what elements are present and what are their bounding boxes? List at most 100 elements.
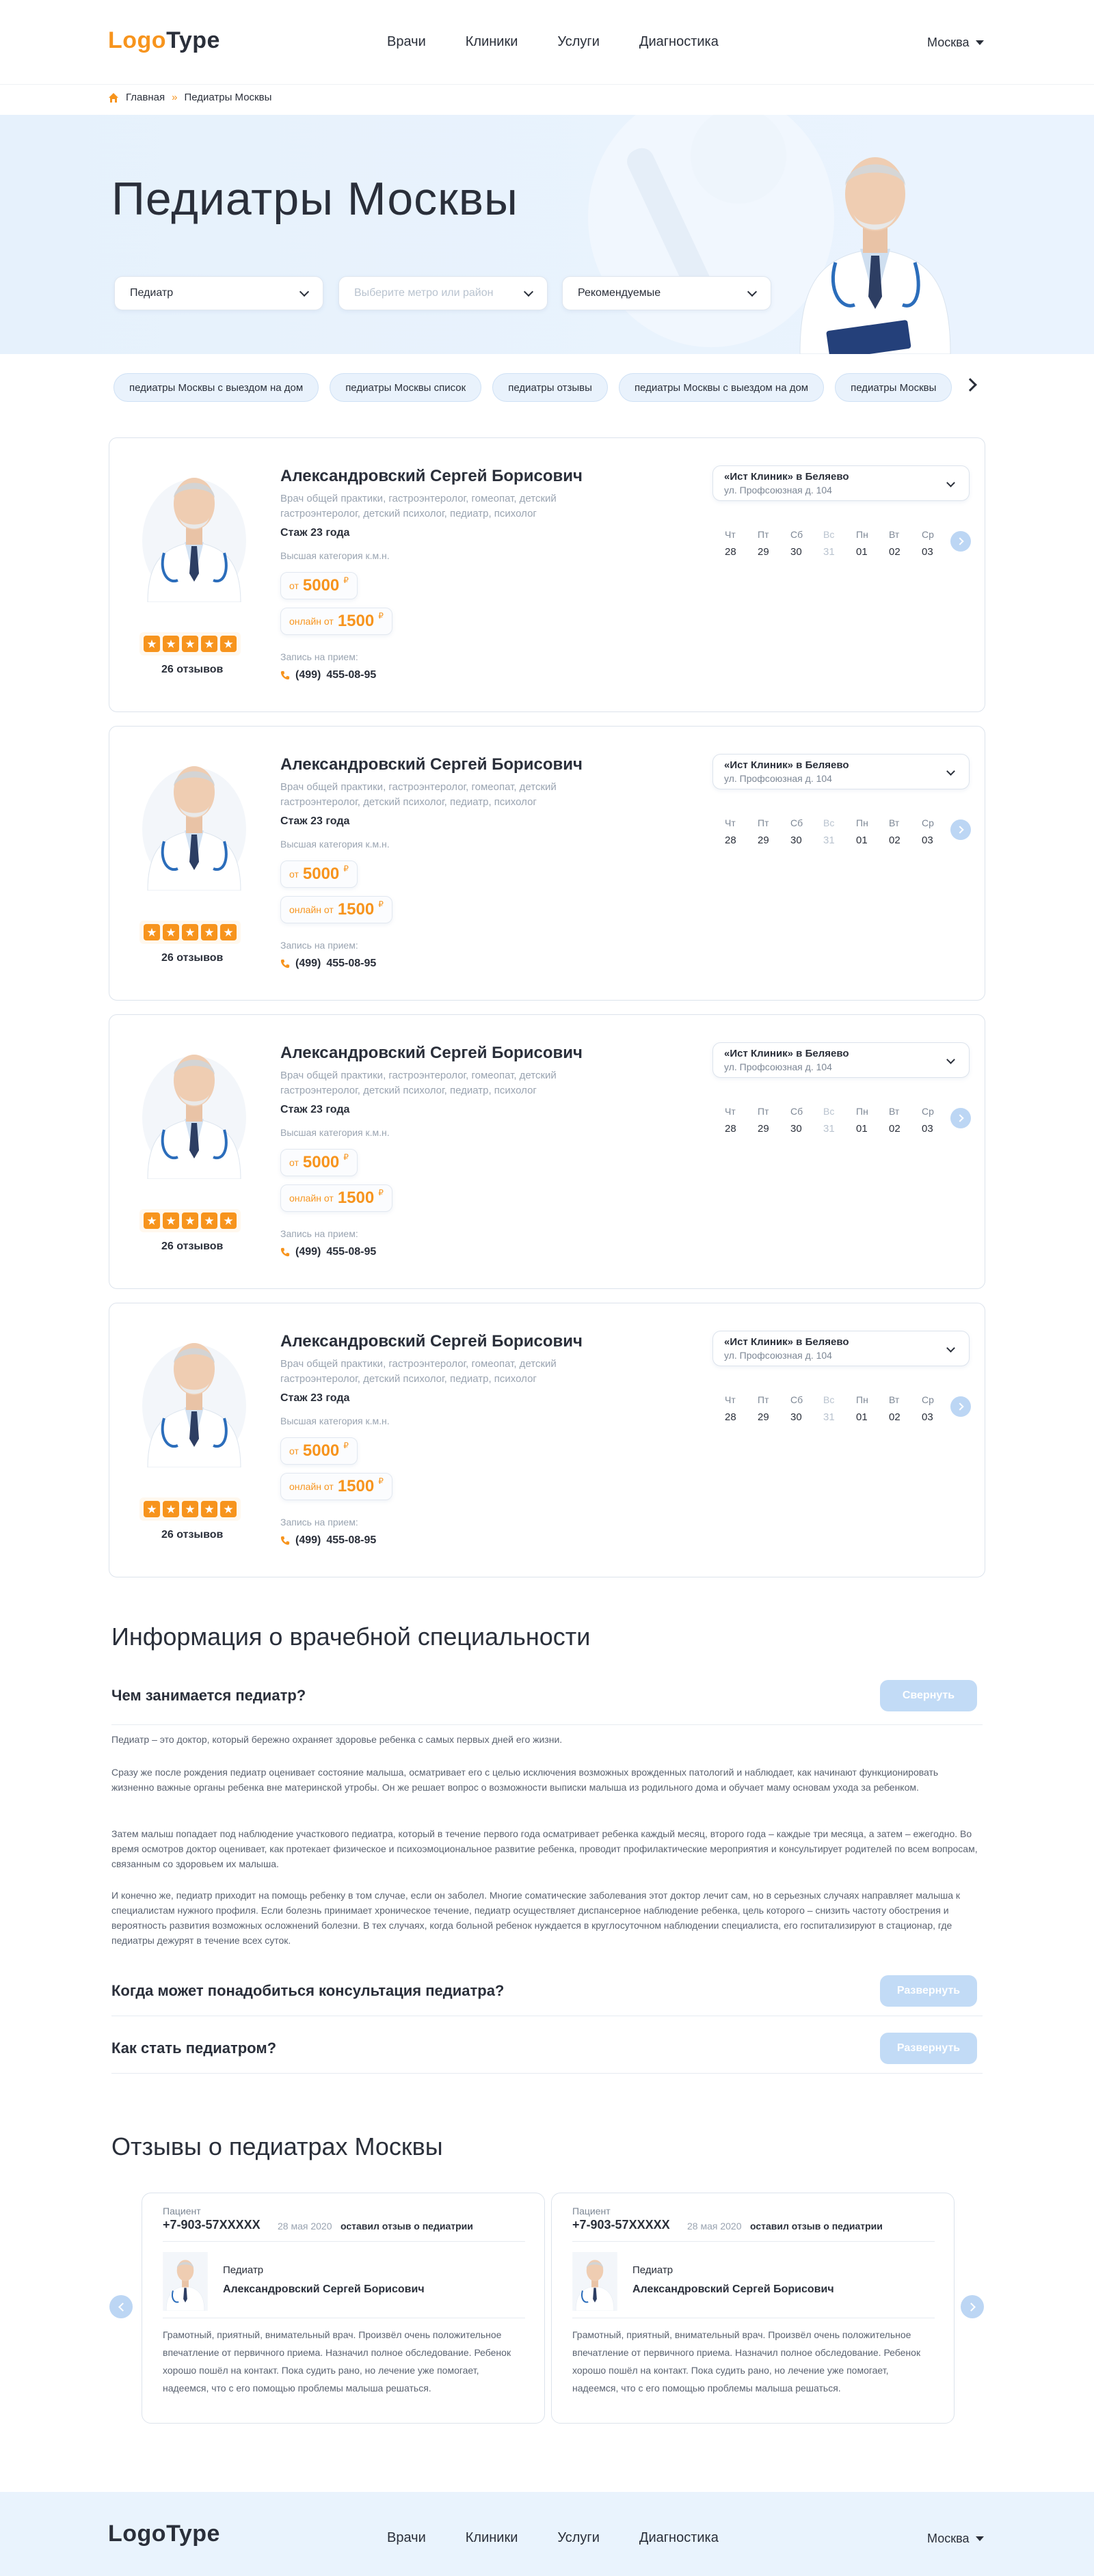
- faq-question[interactable]: Как стать педиатром?: [111, 2039, 276, 2057]
- review-author-label: Пациент: [572, 2206, 611, 2216]
- schedule-day[interactable]: Пн 01: [856, 1391, 889, 1426]
- schedule-next-button[interactable]: [950, 1396, 971, 1417]
- collapse-button[interactable]: Свернуть: [880, 1680, 977, 1711]
- nav-clinics[interactable]: Клиники: [466, 2530, 518, 2546]
- reviews-count-link[interactable]: 26 отзывов: [161, 952, 223, 964]
- schedule-date: 30: [790, 1411, 802, 1423]
- doctor-name[interactable]: Александровский Сергей Борисович: [280, 467, 583, 486]
- clinic-select[interactable]: «Ист Клиник» в Беляево ул. Профсоюзная д.…: [712, 1331, 970, 1366]
- schedule-day[interactable]: Чт 28: [725, 526, 758, 561]
- schedule-day[interactable]: Вт 02: [889, 814, 922, 850]
- chip[interactable]: педиатры Москвы с выездом на дом: [114, 373, 319, 402]
- nav-services[interactable]: Услуги: [557, 34, 600, 50]
- star-icon: ★: [163, 924, 179, 940]
- phone-link[interactable]: (499) 455-08-95: [280, 958, 376, 970]
- nav-doctors[interactable]: Врачи: [387, 34, 426, 50]
- schedule-day[interactable]: Ср 03: [922, 1102, 955, 1138]
- nav-diagnostics[interactable]: Диагностика: [639, 2530, 719, 2546]
- schedule-day[interactable]: Сб 30: [790, 1391, 823, 1426]
- schedule-day[interactable]: Ср 03: [922, 814, 955, 850]
- doctor-photo[interactable]: [139, 459, 249, 602]
- review-doctor-photo[interactable]: [572, 2252, 617, 2311]
- phone-link[interactable]: (499) 455-08-95: [280, 1246, 376, 1258]
- schedule-day[interactable]: Пт 29: [758, 1102, 790, 1138]
- schedule-day[interactable]: Ср 03: [922, 526, 955, 561]
- online-price-badge: онлайн от 1500 ₽: [280, 1184, 392, 1212]
- nav-clinics[interactable]: Клиники: [466, 34, 518, 50]
- review-doctor-name[interactable]: Александровский Сергей Борисович: [223, 2283, 425, 2296]
- price-prefix: от: [289, 1157, 299, 1168]
- schedule-day[interactable]: Пн 01: [856, 1102, 889, 1138]
- home-icon: [109, 92, 118, 103]
- doctor-name[interactable]: Александровский Сергей Борисович: [280, 1044, 583, 1063]
- phone-link[interactable]: (499) 455-08-95: [280, 1534, 376, 1547]
- chevron-down-icon: [523, 286, 534, 297]
- schedule-day[interactable]: Ср 03: [922, 1391, 955, 1426]
- chip[interactable]: педиатры Москвы список: [330, 373, 482, 402]
- footer-logo[interactable]: LogoType: [108, 2521, 220, 2547]
- schedule-day[interactable]: Вт 02: [889, 526, 922, 561]
- schedule-day[interactable]: Сб 30: [790, 526, 823, 561]
- schedule-day[interactable]: Пн 01: [856, 526, 889, 561]
- doctor-name[interactable]: Александровский Сергей Борисович: [280, 755, 583, 774]
- review-doctor-name[interactable]: Александровский Сергей Борисович: [632, 2283, 834, 2296]
- reviews-prev-button[interactable]: [109, 2295, 133, 2318]
- schedule-next-button[interactable]: [950, 819, 971, 840]
- schedule-day[interactable]: Чт 28: [725, 1102, 758, 1138]
- location-select[interactable]: Выберите метро или район: [338, 276, 548, 310]
- schedule-day[interactable]: Сб 30: [790, 1102, 823, 1138]
- schedule-day[interactable]: Пн 01: [856, 814, 889, 850]
- reviews-count-link[interactable]: 26 отзывов: [161, 664, 223, 676]
- schedule-day[interactable]: Вс 31: [823, 814, 856, 850]
- faq-question[interactable]: Чем занимается педиатр?: [111, 1687, 306, 1705]
- schedule-next-button[interactable]: [950, 1108, 971, 1128]
- schedule-next-button[interactable]: [950, 531, 971, 552]
- doctor-name[interactable]: Александровский Сергей Борисович: [280, 1332, 583, 1351]
- doctor-photo[interactable]: [139, 747, 249, 891]
- schedule-day[interactable]: Сб 30: [790, 814, 823, 850]
- schedule-day[interactable]: Пт 29: [758, 526, 790, 561]
- doctor-photo[interactable]: [139, 1035, 249, 1179]
- schedule-day[interactable]: Пт 29: [758, 1391, 790, 1426]
- schedule-day[interactable]: Вс 31: [823, 1391, 856, 1426]
- clinic-select[interactable]: «Ист Клиник» в Беляево ул. Профсоюзная д.…: [712, 1042, 970, 1078]
- schedule-day[interactable]: Вс 31: [823, 1102, 856, 1138]
- chip[interactable]: педиатры Москвы: [835, 373, 952, 402]
- reviews-count-link[interactable]: 26 отзывов: [161, 1240, 223, 1253]
- price-prefix: онлайн от: [289, 1193, 334, 1204]
- chip[interactable]: педиатры отзывы: [492, 373, 608, 402]
- schedule-day[interactable]: Чт 28: [725, 1391, 758, 1426]
- nav-doctors[interactable]: Врачи: [387, 2530, 426, 2546]
- chip[interactable]: педиатры Москвы с выездом на дом: [618, 373, 825, 402]
- sort-select[interactable]: Рекомендуемые: [562, 276, 771, 310]
- specialty-select[interactable]: Педиатр: [114, 276, 323, 310]
- city-selector[interactable]: Москва: [927, 36, 985, 50]
- review-action: оставил отзыв о педиатрии: [750, 2221, 883, 2232]
- reviews-count-link[interactable]: 26 отзывов: [161, 1529, 223, 1541]
- schedule-day[interactable]: Вс 31: [823, 526, 856, 561]
- schedule-day[interactable]: Чт 28: [725, 814, 758, 850]
- schedule-day[interactable]: Пт 29: [758, 814, 790, 850]
- main-nav: Врачи Клиники Услуги Диагностика: [387, 34, 758, 50]
- expand-button[interactable]: Развернуть: [880, 2033, 977, 2064]
- nav-services[interactable]: Услуги: [557, 2530, 600, 2546]
- nav-diagnostics[interactable]: Диагностика: [639, 34, 719, 50]
- phone-link[interactable]: (499) 455-08-95: [280, 669, 376, 681]
- schedule-day[interactable]: Вт 02: [889, 1102, 922, 1138]
- breadcrumb-current: Педиатры Москвы: [184, 92, 272, 103]
- clinic-name: «Ист Клиник» в Беляево: [724, 1048, 849, 1059]
- chips-next-arrow-icon[interactable]: [963, 378, 977, 392]
- review-doctor-photo[interactable]: [163, 2252, 208, 2311]
- faq-question[interactable]: Когда может понадобиться консультация пе…: [111, 1982, 504, 2000]
- expand-button[interactable]: Развернуть: [880, 1975, 977, 2007]
- reviews-next-button[interactable]: [961, 2295, 984, 2318]
- footer-city-selector[interactable]: Москва: [927, 2532, 985, 2546]
- logo[interactable]: LogoType: [108, 27, 220, 54]
- star-icon: ★: [201, 1501, 217, 1517]
- breadcrumb-home[interactable]: Главная: [126, 92, 165, 103]
- schedule-day[interactable]: Вт 02: [889, 1391, 922, 1426]
- schedule-weekday: Сб: [790, 1394, 803, 1405]
- doctor-photo[interactable]: [139, 1324, 249, 1467]
- clinic-select[interactable]: «Ист Клиник» в Беляево ул. Профсоюзная д.…: [712, 754, 970, 789]
- clinic-select[interactable]: «Ист Клиник» в Беляево ул. Профсоюзная д.…: [712, 465, 970, 501]
